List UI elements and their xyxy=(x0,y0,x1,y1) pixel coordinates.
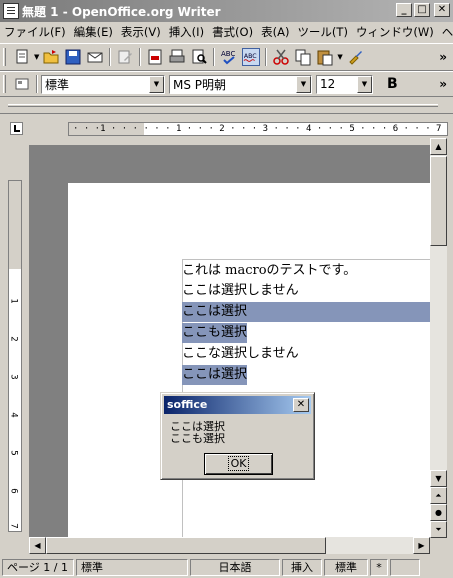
text-line[interactable]: ここは選択しません xyxy=(182,281,299,301)
collapsed-toolbar-area[interactable] xyxy=(0,98,453,114)
open-folder-icon[interactable] xyxy=(42,48,60,66)
window-title: 無題 1 - OpenOffice.org Writer xyxy=(22,4,221,19)
copy-icon[interactable] xyxy=(294,48,312,66)
vertical-scrollbar[interactable]: ▲ ▼ ⏶ ● ⏷ xyxy=(430,138,447,538)
dialog-title-bar[interactable]: soffice ✕ xyxy=(164,396,311,414)
paste-icon[interactable] xyxy=(316,48,334,66)
menu-insert[interactable]: 挿入(I) xyxy=(169,24,204,40)
edit-file-icon[interactable] xyxy=(116,48,134,66)
maximize-button[interactable]: □ xyxy=(414,3,430,17)
toolbar-grip[interactable] xyxy=(3,48,6,66)
message-dialog: soffice ✕ ここは選択 ここも選択 OK xyxy=(160,392,315,480)
new-dropdown-icon[interactable]: ▼ xyxy=(34,53,39,61)
horizontal-scroll-thumb[interactable] xyxy=(46,537,326,554)
vruler-number: 4 xyxy=(8,412,19,418)
print-preview-icon[interactable] xyxy=(190,48,208,66)
vruler-number: 2 xyxy=(8,336,19,342)
ok-button[interactable]: OK xyxy=(204,453,273,475)
text-line[interactable]: これは macroのテストです。 xyxy=(182,261,356,281)
selected-text-line[interactable]: ここは選択 xyxy=(182,365,248,385)
scroll-down-icon[interactable]: ▼ xyxy=(430,470,447,487)
chevron-down-icon[interactable]: ▼ xyxy=(149,75,164,93)
paste-dropdown-icon[interactable]: ▼ xyxy=(337,53,342,61)
modified-indicator: * xyxy=(370,558,388,576)
document-page[interactable]: これは macroのテストです。 ここは選択しません ここは選択 ここも選択 こ… xyxy=(68,183,430,537)
email-icon[interactable] xyxy=(86,48,104,66)
save-icon[interactable] xyxy=(64,48,82,66)
cut-icon[interactable] xyxy=(272,48,290,66)
selected-text-line[interactable]: ここは選択 xyxy=(182,302,430,322)
styles-formatting-icon[interactable] xyxy=(13,75,31,93)
menu-help[interactable]: ヘ xyxy=(442,24,453,40)
chevron-down-icon[interactable]: ▼ xyxy=(296,75,311,93)
print-icon[interactable] xyxy=(168,48,186,66)
vertical-scroll-thumb[interactable] xyxy=(430,156,447,246)
font-name-select[interactable]: MS P明朝 ▼ xyxy=(169,74,312,94)
formatting-toolbar: 標準 ▼ MS P明朝 ▼ 12 ▼ B » xyxy=(0,71,453,97)
dialog-message: ここは選択 ここも選択 xyxy=(170,420,225,445)
format-paintbrush-icon[interactable] xyxy=(346,48,364,66)
menu-view[interactable]: 表示(V) xyxy=(121,24,161,40)
vruler-number: 3 xyxy=(8,374,19,380)
new-document-icon[interactable] xyxy=(13,48,31,66)
text-line[interactable]: ここな選択しません xyxy=(182,344,299,364)
horizontal-ruler-row: · · ·1 · · · · · · 1 · · · 2 · · · 3 · ·… xyxy=(0,118,453,138)
status-bar: ページ 1 / 1 標準 日本語 挿入 標準 * xyxy=(0,556,453,578)
language-indicator[interactable]: 日本語 xyxy=(190,558,280,576)
paragraph-style-select[interactable]: 標準 ▼ xyxy=(41,74,165,94)
horizontal-ruler[interactable]: · · ·1 · · · · · · 1 · · · 2 · · · 3 · ·… xyxy=(68,122,448,136)
vruler-number: 7 xyxy=(8,523,19,529)
menu-file[interactable]: ファイル(F) xyxy=(4,24,66,40)
toolbar-more-icon-2[interactable]: » xyxy=(439,77,447,91)
vruler-number: 5 xyxy=(8,450,19,456)
insert-mode-indicator[interactable]: 挿入 xyxy=(282,558,322,576)
title-bar: 無題 1 - OpenOffice.org Writer _ □ ✕ xyxy=(0,0,453,22)
scroll-right-icon[interactable]: ▶ xyxy=(413,537,430,554)
toolbar-more-icon[interactable]: » xyxy=(439,50,447,64)
scroll-left-icon[interactable]: ◀ xyxy=(29,537,46,554)
bold-button[interactable]: B xyxy=(387,76,398,92)
vruler-number: 1 xyxy=(8,298,19,304)
selected-text-line[interactable]: ここも選択 xyxy=(182,323,248,343)
next-page-icon[interactable]: ⏷ xyxy=(430,521,447,538)
vertical-ruler[interactable]: 1 2 3 4 5 6 7 xyxy=(8,180,22,532)
navigator-icon[interactable]: ● xyxy=(430,504,447,521)
dialog-close-icon[interactable]: ✕ xyxy=(293,398,309,412)
writer-app-icon[interactable] xyxy=(3,3,19,19)
spellcheck-icon[interactable]: ABC xyxy=(220,48,238,66)
standard-toolbar: ▼ ABC ABC ▼ » xyxy=(0,43,453,71)
menu-tools[interactable]: ツール(T) xyxy=(297,24,348,40)
minimize-button[interactable]: _ xyxy=(396,3,412,17)
scroll-up-icon[interactable]: ▲ xyxy=(430,138,447,155)
autospellcheck-icon[interactable]: ABC xyxy=(242,48,261,66)
vruler-number: 6 xyxy=(8,488,19,494)
chevron-down-icon[interactable]: ▼ xyxy=(357,75,372,93)
close-button[interactable]: ✕ xyxy=(434,3,450,17)
tab-type-selector-icon[interactable] xyxy=(10,122,23,135)
page-indicator[interactable]: ページ 1 / 1 xyxy=(2,558,74,576)
dialog-title: soffice xyxy=(167,398,208,411)
selection-mode-indicator[interactable]: 標準 xyxy=(324,558,368,576)
menu-edit[interactable]: 編集(E) xyxy=(74,24,113,40)
previous-page-icon[interactable]: ⏶ xyxy=(430,487,447,504)
font-size-select[interactable]: 12 ▼ xyxy=(316,74,373,94)
export-pdf-icon[interactable] xyxy=(146,48,164,66)
style-indicator[interactable]: 標準 xyxy=(76,558,188,576)
menu-bar: ファイル(F) 編集(E) 表示(V) 挿入(I) 書式(O) 表(A) ツール… xyxy=(0,22,453,42)
horizontal-scrollbar[interactable]: ◀ ▶ xyxy=(29,537,430,554)
menu-table[interactable]: 表(A) xyxy=(261,24,289,40)
svg-text:ABC: ABC xyxy=(244,53,257,60)
menu-window[interactable]: ウィンドウ(W) xyxy=(356,24,434,40)
menu-format[interactable]: 書式(O) xyxy=(212,24,253,40)
status-blank xyxy=(390,558,420,576)
toolbar-grip-2[interactable] xyxy=(3,75,6,93)
